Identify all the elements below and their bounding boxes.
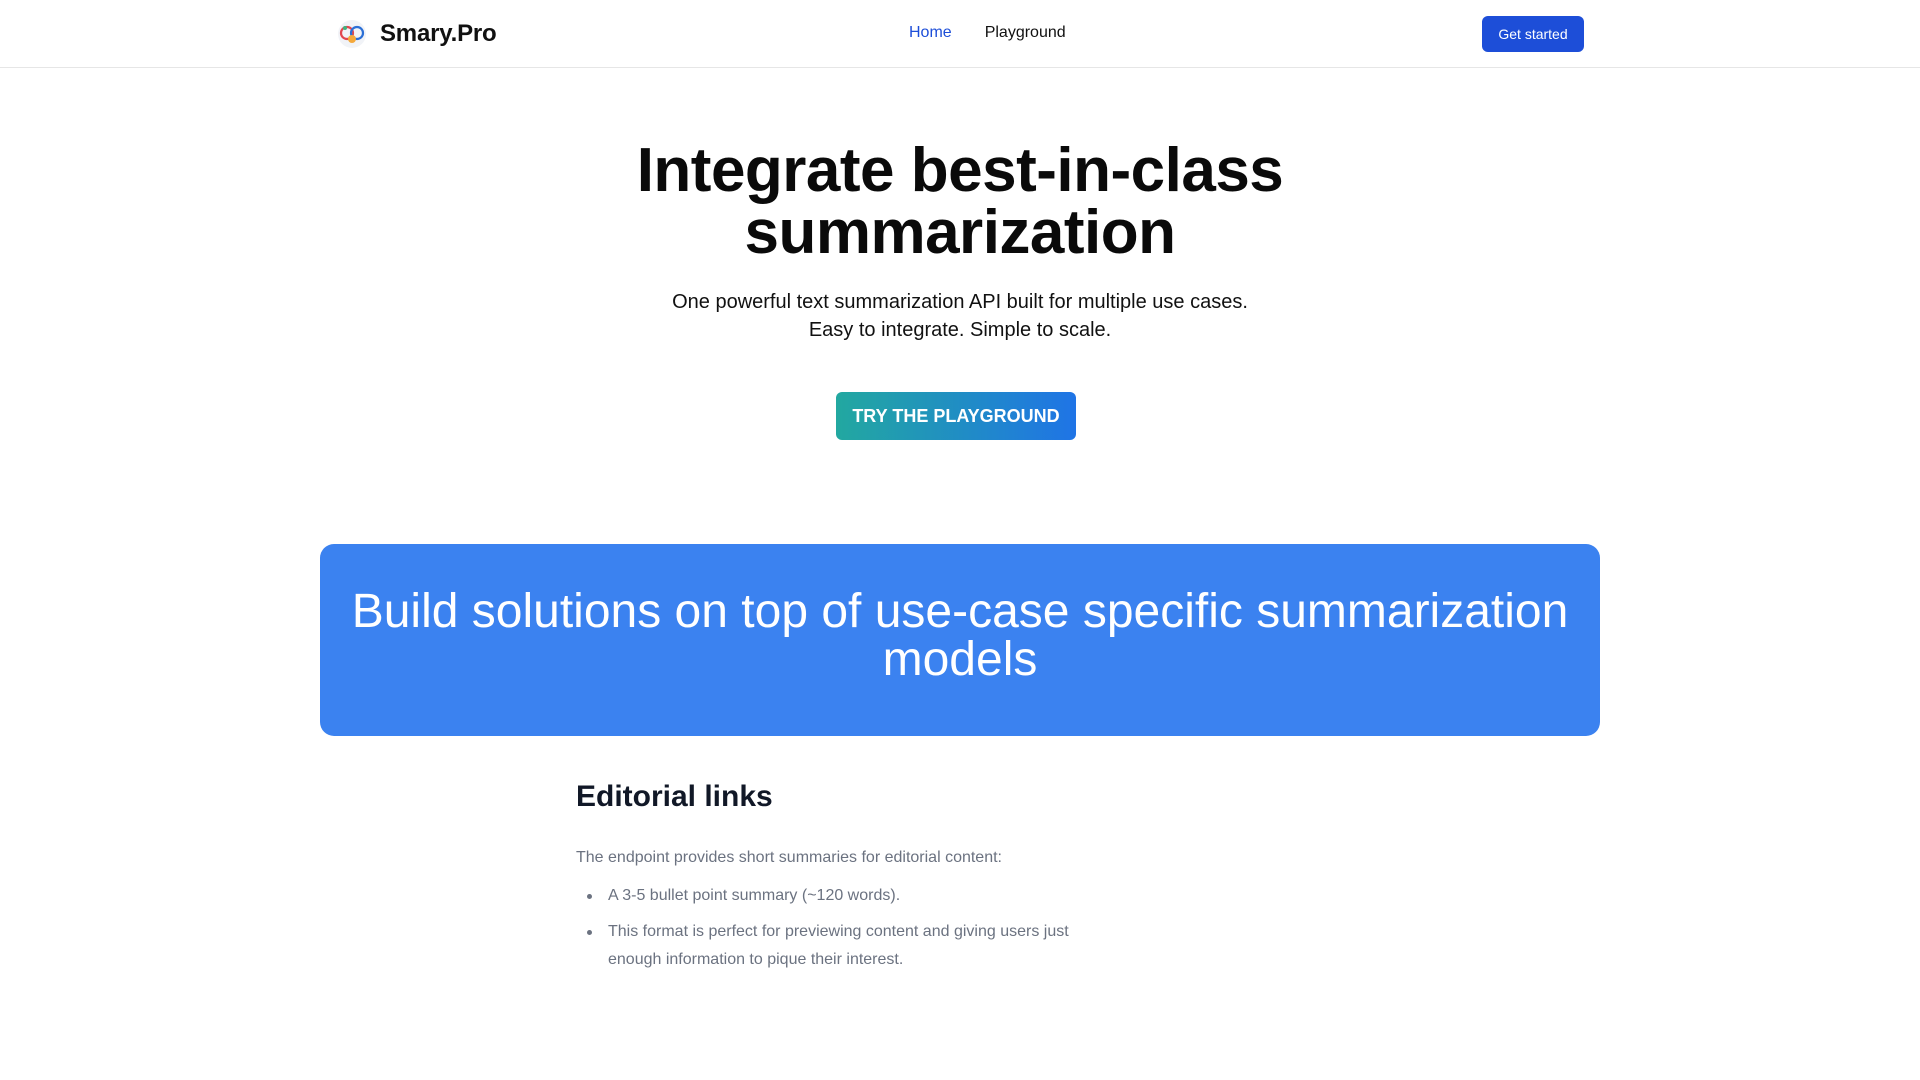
list-item-text: A 3-5 bullet point summary (~120 words). bbox=[608, 887, 901, 904]
brand[interactable]: Smary.Pro bbox=[336, 18, 497, 50]
list-item-text: This format is perfect for previewing co… bbox=[608, 923, 1069, 968]
hero-subtitle-line1: One powerful text summarization API buil… bbox=[672, 291, 1248, 313]
bullet-dot-icon bbox=[587, 930, 592, 935]
try-playground-button[interactable]: TRY THE PLAYGROUND bbox=[836, 392, 1076, 440]
nav-home-link[interactable]: Home bbox=[909, 24, 952, 42]
feature-list: A 3-5 bullet point summary (~120 words).… bbox=[576, 882, 1116, 974]
main-nav: Home Playground bbox=[909, 24, 1066, 42]
smary-logo-icon bbox=[338, 20, 366, 48]
brand-name: Smary.Pro bbox=[380, 20, 497, 47]
hero-title: Integrate best-in-class summarization bbox=[636, 136, 1284, 267]
section-title: Editorial links bbox=[576, 780, 773, 813]
feature-banner: Build solutions on top of use-case speci… bbox=[320, 544, 1600, 736]
section-description: The endpoint provides short summaries fo… bbox=[576, 849, 1002, 866]
nav-playground-link[interactable]: Playground bbox=[985, 24, 1066, 42]
list-item: This format is perfect for previewing co… bbox=[576, 918, 1116, 974]
hero-subtitle-line2: Easy to integrate. Simple to scale. bbox=[808, 319, 1112, 341]
editorial-links-section: Editorial links The endpoint provides sh… bbox=[576, 780, 1116, 982]
top-navbar: Smary.Pro Home Playground Get started bbox=[0, 0, 1920, 68]
bullet-dot-icon bbox=[587, 894, 592, 899]
banner-title: Build solutions on top of use-case speci… bbox=[351, 585, 1569, 686]
get-started-button[interactable]: Get started bbox=[1482, 16, 1584, 52]
list-item: A 3-5 bullet point summary (~120 words). bbox=[576, 882, 1116, 910]
hero-subtitle: One powerful text summarization API buil… bbox=[560, 288, 1360, 344]
